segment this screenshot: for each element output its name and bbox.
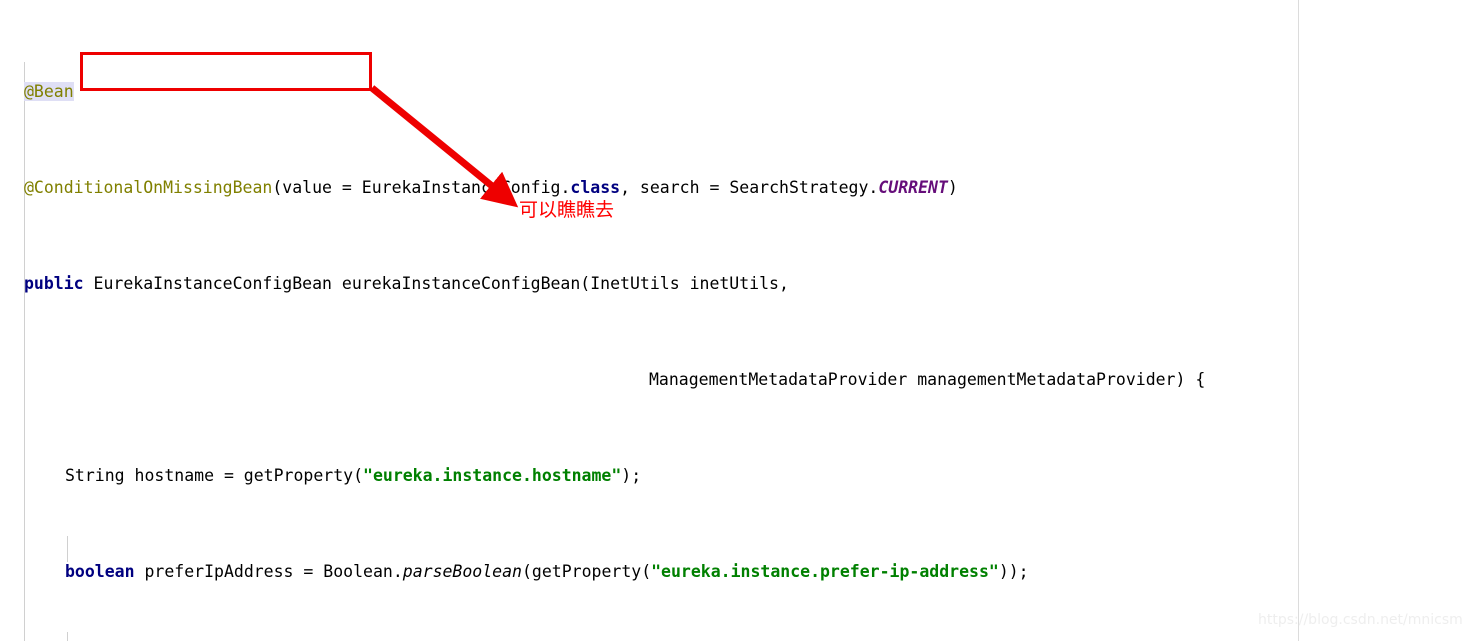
annotation-bean: @Bean xyxy=(24,82,74,101)
constant-current: CURRENT xyxy=(878,178,948,197)
method-parseboolean-1: parseBoolean xyxy=(402,562,522,581)
line4-params: ManagementMetadataProvider managementMet… xyxy=(649,370,1206,389)
line2-type: EurekaInstanceConfig xyxy=(361,178,561,197)
line6-post: )); xyxy=(998,562,1029,581)
line2-open: (value = xyxy=(272,178,362,197)
line3-rest: EurekaInstanceConfigBean eurekaInstanceC… xyxy=(83,274,789,293)
line5-post: ); xyxy=(621,466,642,485)
line2-dot: . xyxy=(560,178,571,197)
code-editor[interactable]: @Bean @ConditionalOnMissingBean(value = … xyxy=(0,0,1468,641)
string-eureka-hostname: "eureka.instance.hostname" xyxy=(363,466,622,485)
line6-mid: (getProperty( xyxy=(521,562,652,581)
code-line-2: @ConditionalOnMissingBean(value = Eureka… xyxy=(0,176,1347,200)
keyword-class: class xyxy=(570,178,621,197)
code-line-3: public EurekaInstanceConfigBean eurekaIn… xyxy=(0,272,1347,296)
code-line-6: boolean preferIpAddress = Boolean.parseB… xyxy=(0,560,1347,584)
annotation-conditional: @ConditionalOnMissingBean xyxy=(24,178,273,197)
line2-close: ) xyxy=(947,178,958,197)
code-line-5: String hostname = getProperty("eureka.in… xyxy=(0,464,1347,488)
line5-pre: String hostname = getProperty( xyxy=(65,466,364,485)
code-line-4: ManagementMetadataProvider managementMet… xyxy=(0,368,1347,392)
code-line-1: @Bean xyxy=(0,80,1347,104)
keyword-public: public xyxy=(24,274,84,293)
line2-mid: , search = SearchStrategy. xyxy=(620,178,879,197)
line6-pre: preferIpAddress = Boolean. xyxy=(134,562,403,581)
keyword-boolean-1: boolean xyxy=(65,562,135,581)
source-code[interactable]: @Bean @ConditionalOnMissingBean(value = … xyxy=(0,0,1347,641)
string-prefer-ip-address: "eureka.instance.prefer-ip-address" xyxy=(651,562,999,581)
